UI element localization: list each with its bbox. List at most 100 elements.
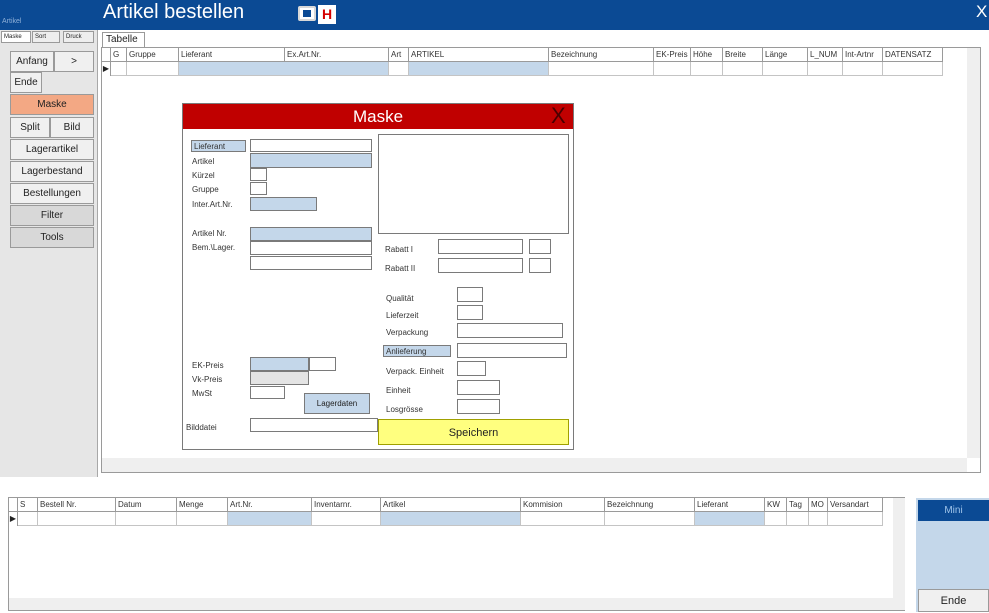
col-header-s[interactable]: S <box>18 498 38 512</box>
anlieferung-field[interactable] <box>457 343 567 358</box>
lieferzeit-field[interactable] <box>457 305 483 320</box>
table-cell[interactable] <box>177 512 228 526</box>
mini-button[interactable]: Mini <box>918 500 989 521</box>
col-header-breite[interactable]: Breite <box>723 48 763 62</box>
col-header-lieferant[interactable]: Lieferant <box>695 498 765 512</box>
lagerdaten-button[interactable]: Lagerdaten <box>304 393 370 414</box>
table-cell[interactable] <box>228 512 312 526</box>
table-cell[interactable] <box>549 62 654 76</box>
ek-preis-field[interactable] <box>250 357 309 371</box>
rabatt1-percent-field[interactable] <box>529 239 551 254</box>
col-header-datum[interactable]: Datum <box>116 498 177 512</box>
table-cell[interactable] <box>409 62 549 76</box>
col-header-mo[interactable]: MO <box>809 498 828 512</box>
mwst-field[interactable] <box>250 386 285 399</box>
bem-lager-field-2[interactable] <box>250 256 372 270</box>
einheit-field[interactable] <box>457 380 500 395</box>
losgroesse-field[interactable] <box>457 399 500 414</box>
verpack-einheit-field[interactable] <box>457 361 486 376</box>
col-header-ek-preis[interactable]: EK-Preis <box>654 48 691 62</box>
ende-button-bottom[interactable]: Ende <box>918 589 989 612</box>
horizontal-scrollbar[interactable] <box>102 458 967 472</box>
table-cell[interactable] <box>691 62 723 76</box>
table-cell[interactable] <box>381 512 521 526</box>
table-cell[interactable] <box>179 62 389 76</box>
table-cell[interactable] <box>127 62 179 76</box>
table-cell[interactable] <box>312 512 381 526</box>
verpackung-field[interactable] <box>457 323 563 338</box>
table-cell[interactable] <box>828 512 883 526</box>
table-cell[interactable] <box>18 512 38 526</box>
bem-lager-field[interactable] <box>250 241 372 255</box>
gruppe-field[interactable] <box>250 182 267 195</box>
col-header-art[interactable]: Art <box>389 48 409 62</box>
table-cell[interactable] <box>521 512 605 526</box>
table-cell[interactable] <box>654 62 691 76</box>
vk-preis-field[interactable] <box>250 371 309 385</box>
col-header-kw[interactable]: KW <box>765 498 787 512</box>
qualitaet-field[interactable] <box>457 287 483 302</box>
rabatt2-percent-field[interactable] <box>529 258 551 273</box>
next-button[interactable]: > <box>54 51 94 72</box>
col-header-laenge[interactable]: Länge <box>763 48 808 62</box>
col-header-g[interactable]: G <box>111 48 127 62</box>
col-header-artikel[interactable]: Artikel <box>381 498 521 512</box>
lagerartikel-button[interactable]: Lagerartikel <box>10 139 94 160</box>
maske-button[interactable]: Maske <box>10 94 94 115</box>
col-header-kommision[interactable]: Kommision <box>521 498 605 512</box>
monitor-h-icon[interactable]: H <box>298 5 340 25</box>
col-header-artikel[interactable]: ARTIKEL <box>409 48 549 62</box>
table-cell[interactable] <box>605 512 695 526</box>
bestellungen-button[interactable]: Bestellungen <box>10 183 94 204</box>
col-header-hoehe[interactable]: Höhe <box>691 48 723 62</box>
tab-tabelle[interactable]: Tabelle <box>102 32 145 47</box>
col-header-bestell-nr[interactable]: Bestell Nr. <box>38 498 116 512</box>
table-cell[interactable] <box>809 512 828 526</box>
artikel-nr-field[interactable] <box>250 227 372 241</box>
inter-art-nr-field[interactable] <box>250 197 317 211</box>
col-header-tag[interactable]: Tag <box>787 498 809 512</box>
table-cell[interactable] <box>763 62 808 76</box>
table-cell[interactable] <box>843 62 883 76</box>
table-cell[interactable] <box>111 62 127 76</box>
window-close-button[interactable]: X <box>976 2 987 22</box>
tools-button[interactable]: Tools <box>10 227 94 248</box>
kuerzel-field[interactable] <box>250 168 267 181</box>
rabatt2-field[interactable] <box>438 258 523 273</box>
col-header-datensatz[interactable]: DATENSATZ <box>883 48 943 62</box>
col-header-versandart[interactable]: Versandart <box>828 498 883 512</box>
speichern-button[interactable]: Speichern <box>378 419 569 445</box>
col-header-ex-art-nr[interactable]: Ex.Art.Nr. <box>285 48 389 62</box>
mask-close-button[interactable]: X <box>551 103 566 129</box>
horizontal-scrollbar[interactable] <box>9 598 893 610</box>
col-header-art-nr[interactable]: Art.Nr. <box>228 498 312 512</box>
bilddatei-field[interactable] <box>250 418 378 432</box>
vertical-scrollbar[interactable] <box>893 498 905 610</box>
col-header-int-artnr[interactable]: Int-Artnr <box>843 48 883 62</box>
image-preview[interactable] <box>378 134 569 234</box>
table-cell[interactable] <box>787 512 809 526</box>
table-cell[interactable] <box>723 62 763 76</box>
table-cell[interactable] <box>808 62 843 76</box>
filter-button[interactable]: Filter <box>10 205 94 226</box>
table-cell[interactable] <box>883 62 943 76</box>
table-cell[interactable] <box>389 62 409 76</box>
anfang-button[interactable]: Anfang <box>10 51 54 72</box>
lagerbestand-button[interactable]: Lagerbestand <box>10 161 94 182</box>
col-header-menge[interactable]: Menge <box>177 498 228 512</box>
col-header-l-num[interactable]: L_NUM <box>808 48 843 62</box>
split-button[interactable]: Split <box>10 117 50 138</box>
col-header-bezeichnung[interactable]: Bezeichnung <box>605 498 695 512</box>
col-header-lieferant[interactable]: Lieferant <box>179 48 285 62</box>
col-header-gruppe[interactable]: Gruppe <box>127 48 179 62</box>
tab-sort[interactable]: Sort <box>32 31 60 43</box>
ek-preis-extra-field[interactable] <box>309 357 336 371</box>
bild-button[interactable]: Bild <box>50 117 94 138</box>
tab-druck[interactable]: Druck <box>63 31 94 43</box>
table-cell[interactable] <box>38 512 116 526</box>
vertical-scrollbar[interactable] <box>967 48 980 458</box>
table-cell[interactable] <box>695 512 765 526</box>
lieferant-field[interactable] <box>250 139 372 152</box>
artikel-field[interactable] <box>250 153 372 168</box>
table-cell[interactable] <box>116 512 177 526</box>
